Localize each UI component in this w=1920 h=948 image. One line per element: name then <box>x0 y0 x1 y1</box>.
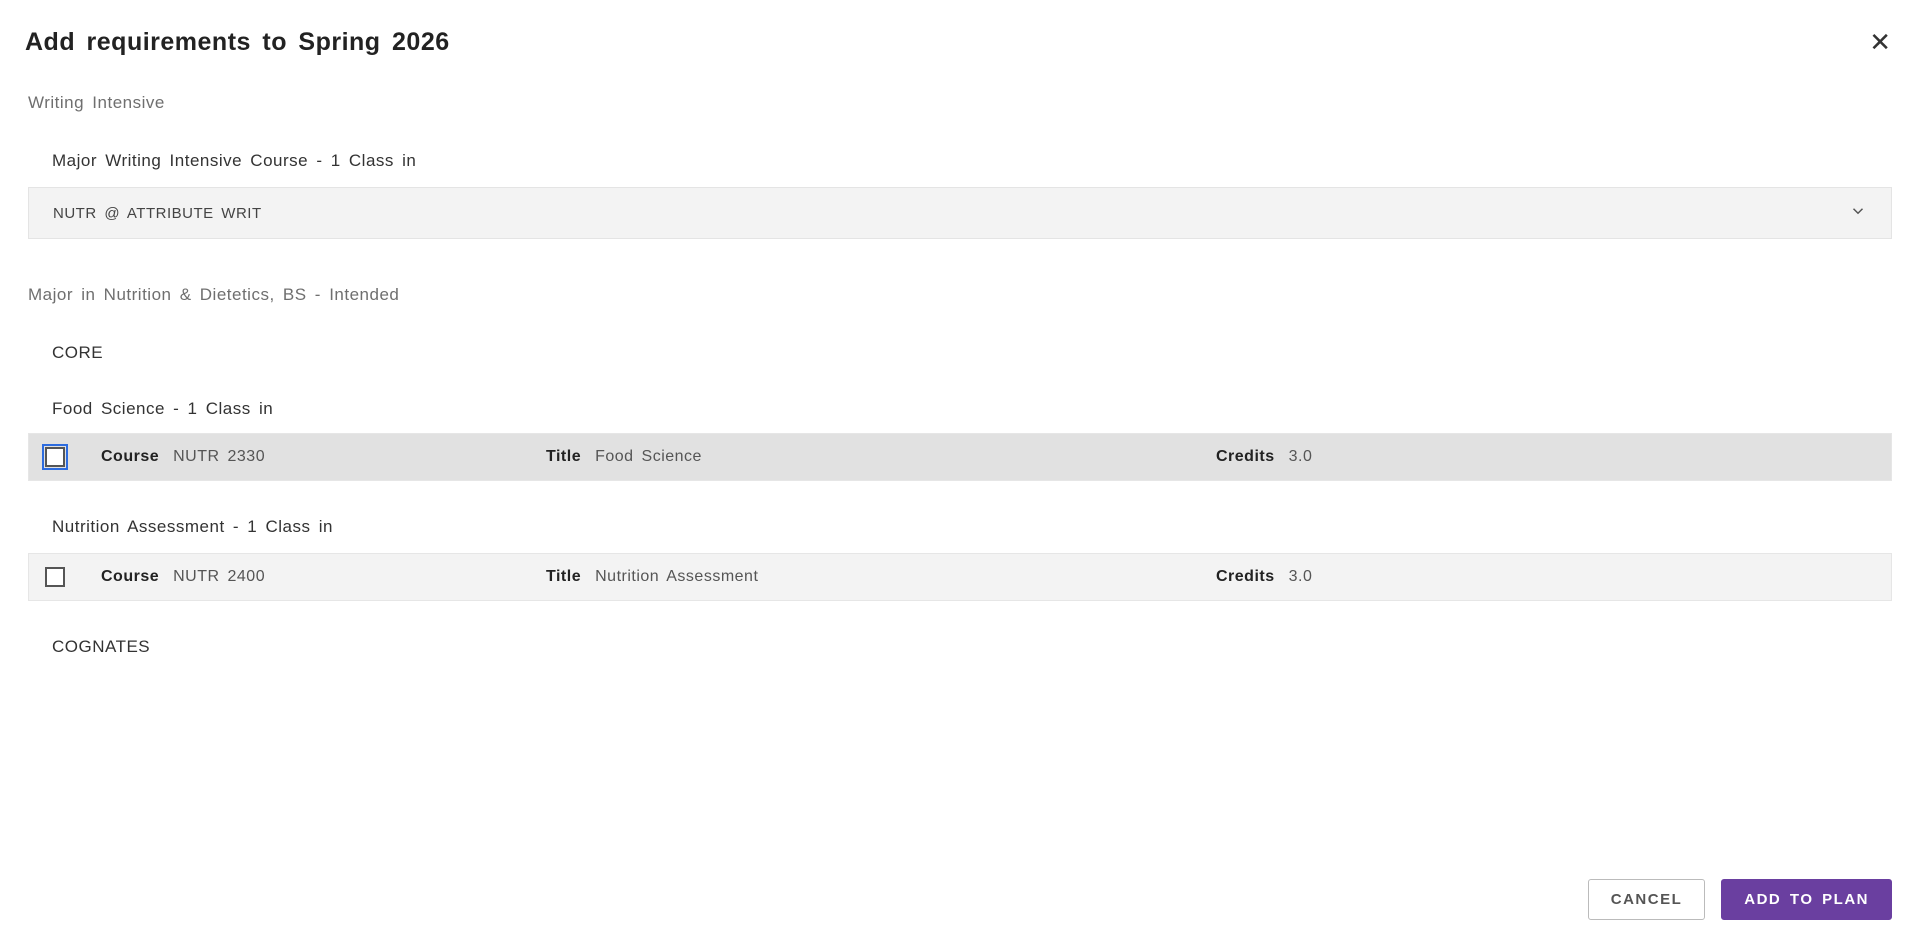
writing-intensive-collapsed-row[interactable]: NUTR @ ATTRIBUTE WRIT <box>28 187 1892 239</box>
course-label: Course <box>101 568 159 586</box>
cognates-subheading: COGNATES <box>0 601 1920 673</box>
core-subheading: CORE <box>0 313 1920 379</box>
credits-col: Credits 3.0 <box>1216 568 1312 586</box>
cancel-button[interactable]: CANCEL <box>1588 879 1706 920</box>
writing-intensive-subheading: Major Writing Intensive Course - 1 Class… <box>0 121 1920 187</box>
course-col: Course NUTR 2330 <box>101 448 546 466</box>
course-col: Course NUTR 2400 <box>101 568 546 586</box>
nutrition-assessment-heading: Nutrition Assessment - 1 Class in <box>0 481 1920 553</box>
title-value: Food Science <box>595 448 702 466</box>
section-writing-intensive-label: Writing Intensive <box>0 79 1920 121</box>
checkbox-nutrition-assessment[interactable] <box>45 567 65 587</box>
add-requirements-dialog: Add requirements to Spring 2026 ✕ Writin… <box>0 0 1920 948</box>
course-value: NUTR 2330 <box>173 448 265 466</box>
dialog-title: Add requirements to Spring 2026 <box>25 28 450 57</box>
title-label: Title <box>546 448 581 466</box>
add-to-plan-button[interactable]: ADD TO PLAN <box>1721 879 1892 920</box>
course-value: NUTR 2400 <box>173 568 265 586</box>
food-science-heading: Food Science - 1 Class in <box>0 379 1920 433</box>
requirements-scroll-area[interactable]: Writing Intensive Major Writing Intensiv… <box>0 79 1920 859</box>
title-label: Title <box>546 568 581 586</box>
course-row-nutrition-assessment[interactable]: Course NUTR 2400 Title Nutrition Assessm… <box>28 553 1892 601</box>
close-icon: ✕ <box>1869 27 1891 57</box>
credits-col: Credits 3.0 <box>1216 448 1312 466</box>
credits-value: 3.0 <box>1289 448 1313 466</box>
chevron-down-icon <box>1849 202 1867 224</box>
title-col: Title Nutrition Assessment <box>546 568 1216 586</box>
credits-label: Credits <box>1216 448 1275 466</box>
credits-label: Credits <box>1216 568 1275 586</box>
course-row-food-science[interactable]: Course NUTR 2330 Title Food Science Cred… <box>28 433 1892 481</box>
title-col: Title Food Science <box>546 448 1216 466</box>
course-label: Course <box>101 448 159 466</box>
close-button[interactable]: ✕ <box>1865 25 1895 59</box>
credits-value: 3.0 <box>1289 568 1313 586</box>
section-major-label: Major in Nutrition & Dietetics, BS - Int… <box>0 239 1920 313</box>
checkbox-food-science[interactable] <box>45 447 65 467</box>
dialog-footer: CANCEL ADD TO PLAN <box>0 859 1920 948</box>
dialog-header: Add requirements to Spring 2026 ✕ <box>0 0 1920 69</box>
collapsed-row-label: NUTR @ ATTRIBUTE WRIT <box>53 205 262 222</box>
title-value: Nutrition Assessment <box>595 568 758 586</box>
